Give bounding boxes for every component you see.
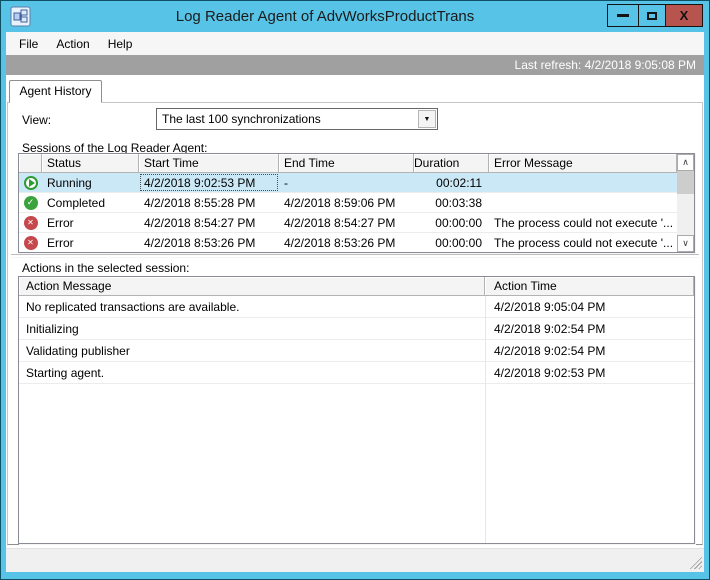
column-gridline [485,296,486,543]
session-error: The process could not execute '... [494,235,674,250]
combobox-dropdown-button[interactable]: ▼ [418,110,436,128]
session-duration: 00:03:38 [435,195,482,210]
session-row-error-2[interactable]: ✕ Error 4/2/2018 8:53:26 PM 4/2/2018 8:5… [19,233,677,252]
action-message: Initializing [26,321,79,336]
action-time: 4/2/2018 9:02:53 PM [494,365,606,380]
menu-action[interactable]: Action [47,34,98,54]
session-end-time: - [284,175,288,190]
running-icon [23,175,38,190]
sessions-header: Status Start Time End Time Duration Erro… [19,154,677,173]
sessions-scrollbar[interactable]: ∧ ∨ [677,154,694,252]
action-message: No replicated transactions are available… [26,299,240,314]
menu-help[interactable]: Help [99,34,142,54]
window-controls: X [607,4,703,27]
panel-bottom-highlight [7,545,703,546]
session-error [489,193,677,212]
action-time: 4/2/2018 9:05:04 PM [494,299,606,314]
sessions-listview: Status Start Time End Time Duration Erro… [18,153,695,253]
titlebar[interactable]: Log Reader Agent of AdvWorksProductTrans… [1,1,709,32]
maximize-button[interactable] [638,4,666,27]
session-row-error-1[interactable]: ✕ Error 4/2/2018 8:54:27 PM 4/2/2018 8:5… [19,213,677,233]
maximize-icon [647,11,657,20]
actions-header: Action Message Action Time [19,277,694,296]
actions-listview: Action Message Action Time No replicated… [18,276,695,544]
menu-file[interactable]: File [10,34,47,54]
column-header-action-time[interactable]: Action Time [485,277,694,296]
view-combobox[interactable]: The last 100 synchronizations ▼ [156,108,438,130]
actions-caption: Actions in the selected session: [22,261,190,275]
completed-icon: ✓ [23,195,38,210]
minimize-button[interactable] [607,4,639,27]
column-header-status[interactable]: Status [42,154,139,173]
column-header-error-message[interactable]: Error Message [489,154,677,173]
session-duration: 00:00:00 [435,215,482,230]
session-row-completed[interactable]: ✓ Completed 4/2/2018 8:55:28 PM 4/2/2018… [19,193,677,213]
scroll-up-button[interactable]: ∧ [677,154,694,171]
session-start-time: 4/2/2018 8:53:26 PM [144,235,256,250]
error-icon: ✕ [23,215,38,230]
session-error: The process could not execute '... [494,215,674,230]
scrollbar-thumb[interactable] [677,171,694,194]
status-strip [6,548,704,572]
window-title: Log Reader Agent of AdvWorksProductTrans [175,8,475,25]
session-error [489,173,677,192]
session-start-time: 4/2/2018 8:54:27 PM [144,215,256,230]
session-end-time: 4/2/2018 8:53:26 PM [284,235,396,250]
last-refresh-text: Last refresh: 4/2/2018 9:05:08 PM [514,58,696,72]
close-button[interactable]: X [665,4,703,27]
action-row[interactable]: Starting agent. 4/2/2018 9:02:53 PM [19,362,694,384]
action-row[interactable]: Initializing 4/2/2018 9:02:54 PM [19,318,694,340]
scroll-down-button[interactable]: ∨ [677,235,694,252]
view-label: View: [22,113,52,127]
last-refresh-bar: Last refresh: 4/2/2018 9:05:08 PM [6,55,704,75]
column-header-duration[interactable]: Duration [414,154,489,173]
column-header-icon[interactable] [19,154,42,173]
agent-history-page: View: The last 100 synchronizations ▼ Se… [7,102,703,545]
log-reader-agent-window: Log Reader Agent of AdvWorksProductTrans… [0,0,710,580]
session-start-time: 4/2/2018 9:02:53 PM [139,173,279,192]
session-status: Completed [47,195,106,210]
tab-agent-history[interactable]: Agent History [9,80,102,103]
view-combobox-value: The last 100 synchronizations [162,112,321,126]
action-message: Starting agent. [26,365,105,380]
action-time: 4/2/2018 9:02:54 PM [494,321,606,336]
client-area: File Action Help Last refresh: 4/2/2018 … [6,32,704,572]
action-message: Validating publisher [26,343,130,358]
session-row-running[interactable]: Running 4/2/2018 9:02:53 PM - 00:02:11 [19,173,677,193]
column-header-end-time[interactable]: End Time [279,154,414,173]
scroll-down-icon: ∨ [682,238,689,248]
replication-monitor-app-icon[interactable] [10,6,31,27]
column-header-start-time[interactable]: Start Time [139,154,279,173]
action-row[interactable]: Validating publisher 4/2/2018 9:02:54 PM [19,340,694,362]
session-duration: 00:00:00 [435,235,482,250]
session-status: Error [47,215,74,230]
session-end-time: 4/2/2018 8:59:06 PM [284,195,396,210]
section-separator [11,254,699,258]
session-status: Running [47,175,92,190]
column-header-action-message[interactable]: Action Message [19,277,485,296]
action-time: 4/2/2018 9:02:54 PM [494,343,606,358]
close-icon: X [679,8,689,23]
session-status: Error [47,235,74,250]
scroll-up-icon: ∧ [682,157,689,167]
menubar: File Action Help [6,32,704,55]
session-duration: 00:02:11 [436,175,482,190]
chevron-down-icon: ▼ [423,115,431,123]
resize-grip-icon[interactable] [688,555,702,569]
session-start-time: 4/2/2018 8:55:28 PM [144,195,256,210]
error-icon: ✕ [23,235,38,250]
minimize-icon [617,14,629,17]
session-end-time: 4/2/2018 8:54:27 PM [284,215,396,230]
action-row[interactable]: No replicated transactions are available… [19,296,694,318]
